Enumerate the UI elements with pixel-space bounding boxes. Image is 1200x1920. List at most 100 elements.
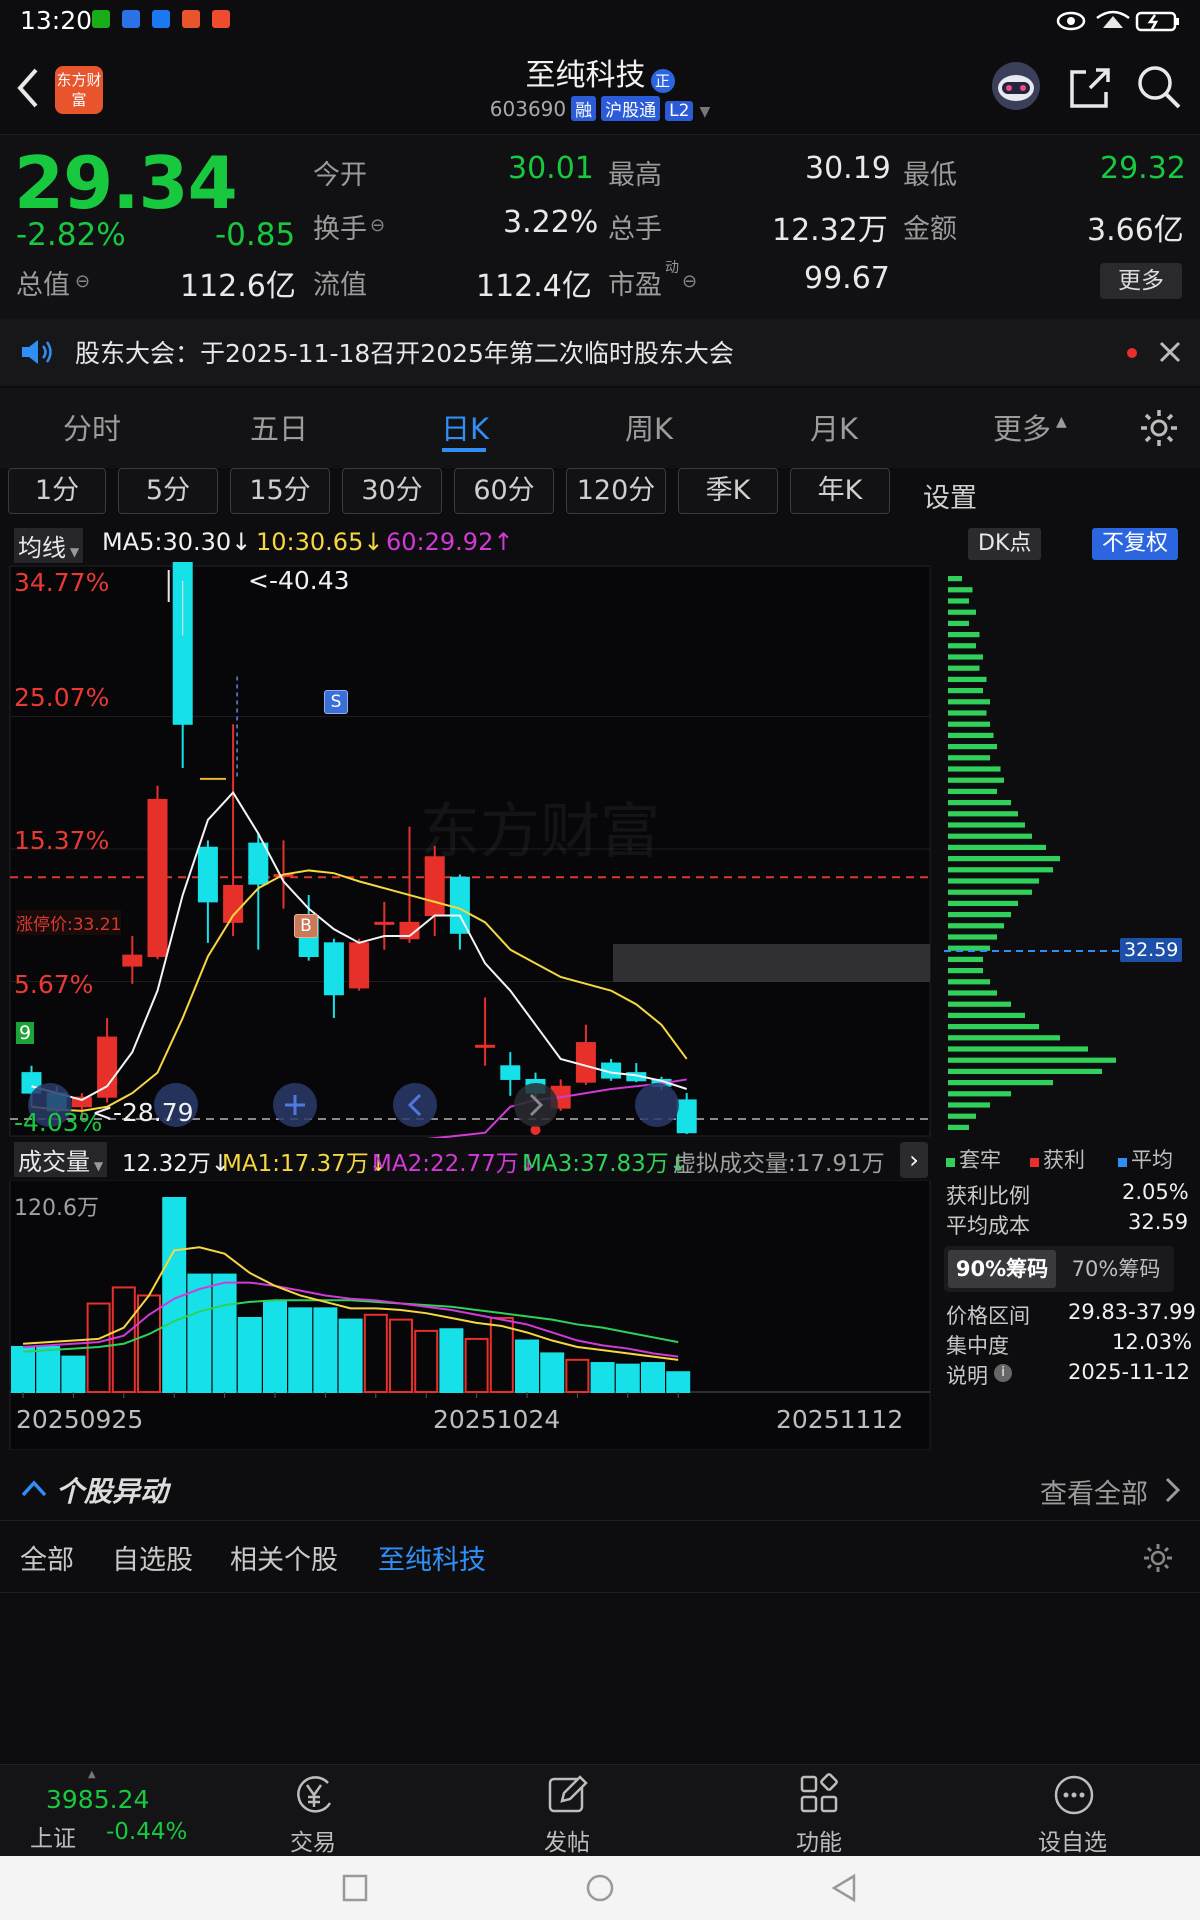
- scroll-right-icon[interactable]: [514, 1083, 558, 1127]
- system-nav-bar: [0, 1856, 1200, 1920]
- tab-five-day[interactable]: 五日: [250, 406, 308, 448]
- chip-bar: [948, 956, 983, 962]
- tab-weekly-k[interactable]: 周K: [625, 406, 673, 448]
- more-button[interactable]: 更多: [1100, 263, 1182, 299]
- period-5min[interactable]: 5分: [118, 468, 218, 514]
- change-amount: -0.85: [215, 217, 296, 253]
- info-icon[interactable]: ⊖: [75, 271, 90, 292]
- tag-margin: 融: [571, 96, 597, 121]
- chip-bar: [948, 1102, 990, 1108]
- tab-70-chips[interactable]: 70%筹码: [1062, 1250, 1170, 1288]
- turnover-info-icon[interactable]: ⊖: [370, 215, 385, 236]
- stock-header: 东方财富 至纯科技 正 603690 融沪股通 L2 ▼: [0, 44, 1200, 134]
- chip-bar: [948, 833, 1032, 839]
- scroll-left-icon[interactable]: [393, 1083, 437, 1127]
- collapse-chevron-icon[interactable]: [20, 1478, 48, 1498]
- nav-functions[interactable]: 功能: [776, 1773, 862, 1856]
- pe-info-icon[interactable]: ⊖: [682, 271, 697, 292]
- search-icon[interactable]: [1136, 64, 1182, 110]
- home-icon[interactable]: [585, 1873, 615, 1903]
- notice-bar[interactable]: 股东大会：于2025-11-18召开2025年第二次临时股东大会: [0, 318, 1200, 386]
- indicator-selector[interactable]: 均线 ▼: [14, 528, 84, 563]
- avg-cost-label: 平均成本: [946, 1214, 1030, 1238]
- chip-bar: [948, 1012, 1025, 1018]
- tab-intraday[interactable]: 分时: [63, 406, 121, 448]
- filter-all[interactable]: 全部: [20, 1538, 74, 1577]
- nav-add-watchlist[interactable]: 设自选: [1028, 1773, 1118, 1856]
- share-icon[interactable]: [1068, 66, 1112, 110]
- back-icon[interactable]: [830, 1873, 858, 1903]
- chip-bar: [948, 598, 969, 604]
- volume-bar: [237, 1317, 262, 1393]
- period-15min[interactable]: 15分: [230, 468, 330, 514]
- nav-post[interactable]: 发帖: [524, 1773, 610, 1856]
- filter-this-stock[interactable]: 至纯科技: [378, 1538, 486, 1577]
- period-120min[interactable]: 120分: [566, 468, 666, 514]
- trapped-swatch: [946, 1158, 955, 1167]
- index-value[interactable]: 3985.24: [46, 1785, 149, 1814]
- buy-signal-badge[interactable]: B: [294, 914, 318, 938]
- low-value: 29.32: [1100, 151, 1186, 186]
- filter-settings-icon[interactable]: [1142, 1542, 1174, 1574]
- period-year-k[interactable]: 年K: [790, 468, 890, 514]
- avg-label: 平均: [1131, 1148, 1173, 1172]
- adjust-button[interactable]: 不复权: [1092, 528, 1179, 560]
- indicator-selector-label: 均线: [18, 534, 66, 562]
- tab-90-chips[interactable]: 90%筹码: [948, 1250, 1056, 1288]
- period-quarter-k[interactable]: 季K: [678, 468, 778, 514]
- candle-body: [676, 1099, 697, 1134]
- tab-daily-k[interactable]: 日K: [441, 406, 489, 448]
- avg-cost-tag: 32.59: [1120, 938, 1183, 962]
- open-label: 今开: [313, 160, 367, 191]
- volume-legend-row: 成交量 ▼ 12.32万↓ MA1:17.37万↓ MA2:22.77万↓ MA…: [0, 1138, 940, 1178]
- chip-legend-avg: 平均: [1118, 1144, 1173, 1174]
- chip-bar: [948, 1024, 1039, 1030]
- volume-indicator-selector[interactable]: 成交量 ▼: [14, 1142, 108, 1177]
- volume-value: 12.32万: [772, 213, 888, 248]
- chip-bar: [948, 609, 976, 615]
- axis-label-3: 15.37%: [14, 826, 110, 855]
- index-name: 上证: [30, 1826, 76, 1852]
- nine-turn-marker: 9: [16, 1022, 35, 1044]
- reset-zoom-icon[interactable]: [635, 1083, 679, 1127]
- chip-bar: [948, 732, 994, 738]
- axis-label-4: 5.67%: [14, 970, 94, 999]
- sell-signal-badge[interactable]: S: [324, 690, 348, 714]
- close-icon[interactable]: [1158, 340, 1182, 364]
- quote-panel: 29.34 -2.82% -0.85 总值 ⊖ 112.6亿 今开 30.01 …: [0, 134, 1200, 317]
- period-1min[interactable]: 1分: [8, 468, 106, 514]
- ma5-legend: MA5:30.30↓: [102, 528, 252, 556]
- axis-label-2: 25.07%: [14, 683, 110, 712]
- nav-post-label: 发帖: [544, 1830, 590, 1856]
- period-settings[interactable]: 设置: [923, 476, 977, 515]
- high-price-marker: <-40.43: [248, 566, 350, 595]
- grid-apps-icon: [800, 1773, 838, 1813]
- filter-related[interactable]: 相关个股: [230, 1538, 338, 1577]
- profit-ratio-label: 获利比例: [946, 1184, 1030, 1208]
- note-info-icon[interactable]: i: [994, 1364, 1012, 1382]
- gear-icon[interactable]: [1139, 408, 1179, 448]
- concentration-label: 集中度: [946, 1334, 1009, 1358]
- expand-arrow-icon[interactable]: ›: [900, 1142, 928, 1178]
- chip-bar: [948, 587, 973, 593]
- kline-chart[interactable]: 东方财富: [0, 562, 940, 1138]
- period-60min[interactable]: 60分: [454, 468, 554, 514]
- candle-body: [500, 1065, 521, 1080]
- system-status-icons: [1056, 10, 1179, 32]
- tab-more[interactable]: 更多: [993, 406, 1051, 448]
- chip-info-panel: 套牢 获利 平均 获利比例 2.05% 平均成本 32.59 90%筹码 70%…: [944, 1140, 1200, 1400]
- tab-monthly-k[interactable]: 月K: [810, 406, 858, 448]
- chip-bar: [948, 1046, 1088, 1052]
- nav-trade[interactable]: 交易: [270, 1773, 356, 1856]
- filter-watchlist[interactable]: 自选股: [112, 1538, 193, 1577]
- chip-bar: [948, 934, 997, 940]
- candle-body: [374, 921, 395, 925]
- chip-bar: [948, 620, 969, 626]
- robot-assistant-icon[interactable]: [990, 60, 1042, 112]
- view-all-link[interactable]: 查看全部: [1040, 1472, 1148, 1511]
- index-change: -0.44%: [106, 1819, 188, 1845]
- dk-point-button[interactable]: DK点: [968, 528, 1042, 560]
- period-30min[interactable]: 30分: [342, 468, 442, 514]
- recents-icon[interactable]: [342, 1874, 368, 1902]
- volume-bar: [36, 1345, 61, 1393]
